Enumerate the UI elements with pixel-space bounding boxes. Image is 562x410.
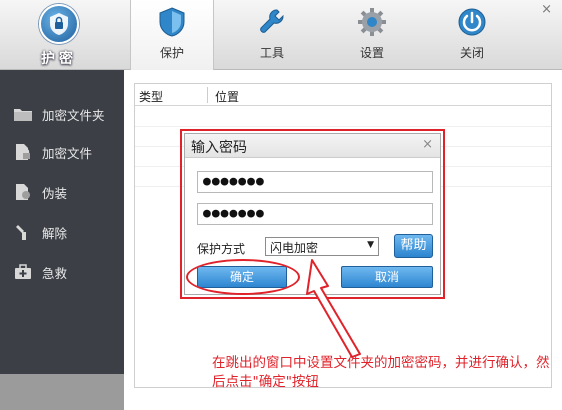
list-header: 类型 位置 — [135, 84, 551, 106]
app-window: 护密 保护 工具 设置 关闭 × 加密文件夹 加密文件 伪装 解除 急救 类型 … — [0, 0, 562, 410]
dialog-close-icon[interactable]: × — [422, 137, 433, 152]
shield-icon — [159, 7, 185, 37]
first-aid-icon — [12, 263, 34, 281]
folder-icon — [12, 105, 34, 123]
sidebar-item-label: 伪装 — [42, 185, 68, 201]
tab-tools[interactable]: 工具 — [230, 0, 314, 70]
wrench-icon — [260, 9, 284, 33]
instruction-annotation: 在跳出的窗口中设置文件夹的加密密码，并进行确认，然后点击"确定"按钮 — [212, 355, 550, 390]
window-close-button[interactable]: × — [541, 2, 552, 17]
sidebar: 加密文件夹 加密文件 伪装 解除 急救 — [0, 70, 124, 374]
sidebar-item-label: 加密文件 — [42, 145, 93, 161]
help-button[interactable]: 帮助 — [394, 234, 433, 258]
ok-button-highlight-ellipse — [186, 259, 300, 295]
logo-text: 护密 — [41, 51, 77, 67]
sidebar-item-encrypt-file[interactable]: 加密文件 — [12, 141, 92, 163]
sidebar-item-disguise[interactable]: 伪装 — [12, 181, 67, 203]
tab-label: 工具 — [259, 46, 284, 60]
tab-protect[interactable]: 保护 — [130, 0, 214, 71]
annotation-arrow-icon — [306, 259, 361, 358]
file-lock-icon — [12, 143, 34, 161]
dialog-titlebar: 输入密码 × — [185, 134, 440, 158]
gear-icon — [358, 8, 386, 36]
dropdown-arrow-icon: ▼ — [367, 240, 374, 250]
unlock-icon — [12, 223, 34, 241]
tab-label: 保护 — [159, 46, 184, 60]
disguise-icon — [12, 183, 34, 201]
logo-shield-icon — [39, 4, 79, 44]
sidebar-item-label: 解除 — [42, 225, 68, 241]
confirm-password-input[interactable]: ●●●●●●● — [197, 203, 433, 225]
sidebar-item-encrypt-folder[interactable]: 加密文件夹 — [12, 103, 105, 125]
power-icon — [458, 8, 486, 36]
tab-label: 设置 — [359, 46, 384, 60]
column-header-location[interactable]: 位置 — [215, 88, 239, 105]
sidebar-item-label: 急救 — [42, 265, 68, 281]
tab-label: 关闭 — [459, 46, 484, 60]
sidebar-footer — [0, 374, 124, 410]
protection-mode-label: 保护方式 — [197, 242, 246, 256]
app-logo: 护密 — [20, 4, 98, 68]
tab-close[interactable]: 关闭 — [430, 0, 514, 70]
toolbar: 护密 保护 工具 设置 关闭 × — [0, 0, 562, 71]
sidebar-item-first-aid[interactable]: 急救 — [12, 261, 67, 283]
dialog-title: 输入密码 — [191, 140, 247, 156]
column-divider — [207, 87, 208, 103]
sidebar-item-label: 加密文件夹 — [42, 107, 105, 123]
list-row-line — [135, 126, 551, 127]
column-header-type[interactable]: 类型 — [139, 88, 163, 105]
password-input[interactable]: ●●●●●●● — [197, 171, 433, 193]
protection-mode-value: 闪电加密 — [270, 241, 319, 255]
sidebar-item-unlock[interactable]: 解除 — [12, 221, 67, 243]
protection-mode-select[interactable]: 闪电加密 ▼ — [265, 237, 379, 256]
tab-settings[interactable]: 设置 — [330, 0, 414, 70]
